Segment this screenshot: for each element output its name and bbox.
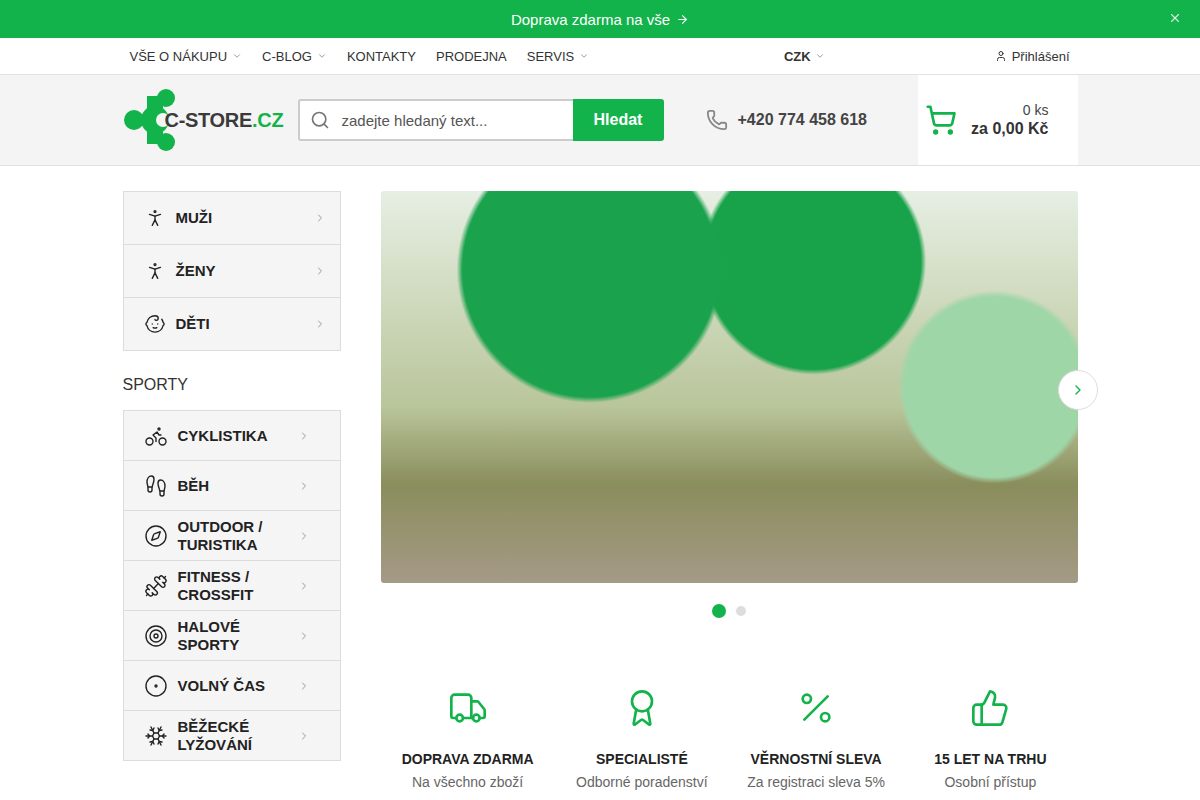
header: C-STORE.CZ Hledat +420 774 458 618 0 ksza 0…	[0, 75, 1200, 166]
nav-item[interactable]: KONTAKTY	[340, 49, 429, 64]
chevron-icon	[314, 318, 326, 330]
sport-item[interactable]: HALOVÉ SPORTY	[124, 611, 340, 661]
sport-item[interactable]: VOLNÝ ČAS	[124, 661, 340, 711]
section-title: SPORTY	[123, 376, 341, 394]
feature: DOPRAVA ZDARMANa všechno zboží	[381, 688, 555, 790]
nav-item[interactable]: PRODEJNA	[429, 49, 520, 64]
search-form: Hledat	[298, 99, 664, 141]
feature: VĚRNOSTNÍ SLEVAZa registraci sleva 5%	[729, 688, 903, 790]
chevron-icon	[298, 480, 310, 492]
nav-item[interactable]: VŠE O NÁKUPU	[123, 49, 256, 64]
nav-item[interactable]: SERVIS	[520, 49, 602, 64]
announcement-bar: Doprava zdarma na vše	[0, 0, 1200, 38]
logo[interactable]: C-STORE.CZ	[123, 88, 298, 152]
search-icon	[310, 110, 330, 130]
sport-icon	[144, 674, 168, 698]
feature-icon	[970, 688, 1010, 728]
sport-item[interactable]: OUTDOOR / TURISTIKA	[124, 511, 340, 561]
cart-icon	[925, 104, 957, 136]
feature: 15 LET NA TRHUOsobní přístup	[903, 688, 1077, 790]
chevron-icon	[298, 730, 310, 742]
chevron-icon	[298, 680, 310, 692]
person-icon	[144, 207, 166, 229]
category-item[interactable]: DĚTI	[124, 298, 340, 351]
category-item[interactable]: ŽENY	[124, 245, 340, 298]
search-button[interactable]: Hledat	[573, 99, 664, 141]
phone[interactable]: +420 774 458 618	[706, 109, 867, 131]
sport-icon	[144, 474, 168, 498]
chevron-icon	[298, 580, 310, 592]
sidebar: MUŽIŽENYDĚTI SPORTY CYKLISTIKABĚHOUTDOOR /…	[123, 191, 341, 790]
sport-item[interactable]: BĚŽECKÉ LYŽOVÁNÍ	[124, 711, 340, 761]
user-icon	[995, 50, 1007, 62]
sport-icon	[144, 524, 168, 548]
slider-dots	[381, 604, 1078, 618]
caret-icon	[317, 51, 327, 61]
sport-item[interactable]: FITNESS / CROSSFIT	[124, 561, 340, 611]
feature-icon	[448, 688, 488, 728]
hero-banner[interactable]	[381, 191, 1078, 583]
slider-dot[interactable]	[712, 604, 726, 618]
cart[interactable]: 0 ksza 0,00 Kč	[918, 75, 1078, 165]
sport-item[interactable]: CYKLISTIKA	[124, 411, 340, 461]
feature: SPECIALISTÉOdborné poradenství	[555, 688, 729, 790]
search-input[interactable]	[340, 111, 563, 130]
features: DOPRAVA ZDARMANa všechno zbožíSPECIALIST…	[381, 688, 1078, 790]
chevron-icon	[1070, 382, 1086, 398]
caret-icon	[815, 51, 825, 61]
announcement-text[interactable]: Doprava zdarma na vše	[511, 11, 689, 28]
caret-icon	[579, 51, 589, 61]
person-icon	[144, 313, 166, 335]
caret-icon	[232, 51, 242, 61]
sport-icon	[144, 574, 168, 598]
chevron-icon	[298, 530, 310, 542]
sport-icon	[144, 424, 168, 448]
login-link[interactable]: Přihlášení	[995, 49, 1078, 64]
chevron-icon	[314, 212, 326, 224]
category-menu: MUŽIŽENYDĚTI	[123, 191, 341, 351]
next-button[interactable]	[1058, 370, 1098, 410]
slider-dot[interactable]	[736, 606, 746, 616]
chevron-icon	[298, 630, 310, 642]
feature-icon	[622, 688, 662, 728]
close-icon	[1168, 11, 1182, 25]
top-nav: VŠE O NÁKUPUC-BLOGKONTAKTYPRODEJNASERVIS…	[0, 38, 1200, 75]
currency-select[interactable]: CZK	[784, 49, 825, 64]
nav-item[interactable]: C-BLOG	[255, 49, 340, 64]
category-item[interactable]: MUŽI	[124, 192, 340, 245]
arrow-icon	[676, 13, 689, 26]
person-icon	[144, 260, 166, 282]
sport-icon	[144, 624, 168, 648]
chevron-icon	[314, 265, 326, 277]
phone-icon	[706, 109, 728, 131]
sport-item[interactable]: BĚH	[124, 461, 340, 511]
sport-icon	[144, 724, 168, 748]
chevron-icon	[298, 430, 310, 442]
feature-icon	[796, 688, 836, 728]
close-button[interactable]	[1168, 11, 1182, 25]
sports-menu: CYKLISTIKABĚHOUTDOOR / TURISTIKAFITNESS …	[123, 410, 341, 761]
